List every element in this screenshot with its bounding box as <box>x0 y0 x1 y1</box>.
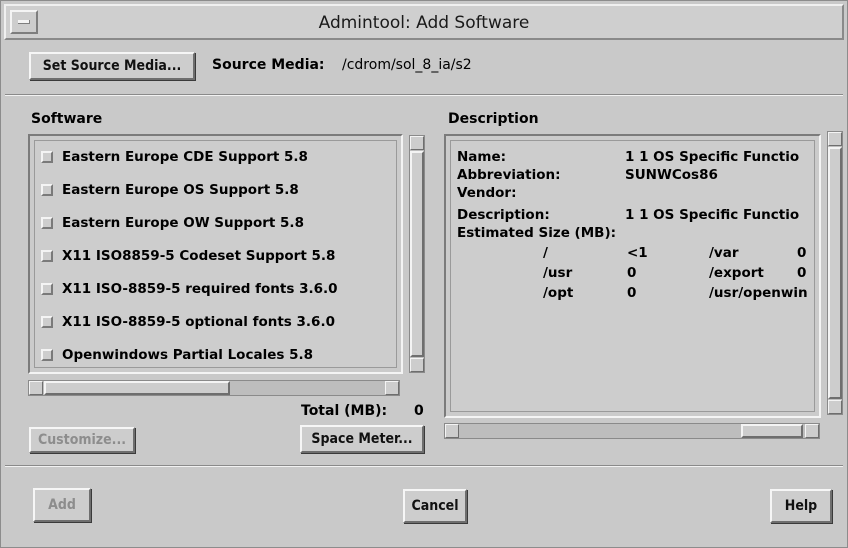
size-dir: /opt <box>543 285 574 301</box>
window-title: Admintool: Add Software <box>318 13 530 33</box>
checkbox[interactable] <box>41 283 53 295</box>
list-item[interactable]: X11 ISO-8859-5 required fonts 3.6.0 <box>41 277 338 301</box>
total-value: 0 <box>414 403 424 419</box>
list-item[interactable]: Openwindows Partial Locales 5.8 <box>41 343 313 367</box>
list-item[interactable]: X11 ISO-8859-5 optional fonts 3.6.0 <box>41 310 335 334</box>
name-label: Name: <box>457 149 507 165</box>
scroll-down-arrow-icon[interactable] <box>828 400 842 414</box>
size-dir: / <box>543 245 548 261</box>
scroll-right-arrow-icon[interactable] <box>805 424 819 438</box>
software-item-label: Eastern Europe OS Support 5.8 <box>62 182 299 198</box>
scroll-left-arrow-icon[interactable] <box>29 381 43 395</box>
software-list: Eastern Europe CDE Support 5.8 Eastern E… <box>28 134 403 374</box>
scroll-up-arrow-icon[interactable] <box>410 136 424 150</box>
scroll-left-arrow-icon[interactable] <box>445 424 459 438</box>
size-value: <1 <box>627 245 648 261</box>
size-value: 0 <box>797 245 807 261</box>
description-horizontal-scrollbar[interactable] <box>444 423 820 439</box>
software-heading: Software <box>31 111 103 127</box>
checkbox[interactable] <box>41 217 53 229</box>
description-panel: Name: 1 1 OS Specific Functio Abbreviati… <box>444 134 821 418</box>
scroll-thumb[interactable] <box>44 381 230 395</box>
software-item-label: X11 ISO-8859-5 required fonts 3.6.0 <box>62 281 338 297</box>
list-item[interactable]: X11 ISO8859-5 Codeset Support 5.8 <box>41 244 335 268</box>
software-horizontal-scrollbar[interactable] <box>28 380 400 396</box>
checkbox[interactable] <box>41 184 53 196</box>
help-button[interactable]: Help <box>770 489 832 523</box>
list-item[interactable]: Eastern Europe OS Support 5.8 <box>41 178 299 202</box>
software-vertical-scrollbar[interactable] <box>409 135 425 373</box>
size-value: 0 <box>797 265 807 281</box>
abbreviation-value: SUNWCos86 <box>625 167 718 183</box>
description-vertical-scrollbar[interactable] <box>827 131 843 415</box>
list-item[interactable]: Eastern Europe CDE Support 5.8 <box>41 145 308 169</box>
list-item[interactable]: Eastern Europe OW Support 5.8 <box>41 211 304 235</box>
size-dir: /export <box>709 265 764 281</box>
scroll-right-arrow-icon[interactable] <box>385 381 399 395</box>
scroll-down-arrow-icon[interactable] <box>410 358 424 372</box>
bottom-divider <box>5 465 843 467</box>
size-value: 0 <box>627 285 637 301</box>
size-value: 0 <box>627 265 637 281</box>
description-body: Name: 1 1 OS Specific Functio Abbreviati… <box>450 140 815 412</box>
scroll-up-arrow-icon[interactable] <box>828 132 842 146</box>
cancel-button[interactable]: Cancel <box>403 489 467 523</box>
description-label: Description: <box>457 207 550 223</box>
set-source-media-button[interactable]: Set Source Media... <box>29 52 195 80</box>
software-list-body: Eastern Europe CDE Support 5.8 Eastern E… <box>34 140 397 368</box>
checkbox[interactable] <box>41 349 53 361</box>
scroll-thumb[interactable] <box>828 147 842 399</box>
software-item-label: X11 ISO-8859-5 optional fonts 3.6.0 <box>62 314 335 330</box>
window-menu-button[interactable] <box>10 10 38 34</box>
size-dir: /usr/openwin <box>709 285 808 301</box>
size-dir: /usr <box>543 265 573 281</box>
title-bar[interactable]: Admintool: Add Software <box>4 4 844 40</box>
total-label: Total (MB): <box>301 403 388 419</box>
add-software-window: Admintool: Add Software Set Source Media… <box>0 0 848 548</box>
description-value: 1 1 OS Specific Functio <box>625 207 800 223</box>
customize-button[interactable]: Customize... <box>29 427 135 453</box>
estimated-size-label: Estimated Size (MB): <box>457 225 617 241</box>
source-media-value: /cdrom/sol_8_ia/s2 <box>342 57 472 73</box>
size-dir: /var <box>709 245 739 261</box>
scroll-thumb[interactable] <box>741 424 803 438</box>
source-media-label: Source Media: <box>212 57 325 73</box>
software-item-label: X11 ISO8859-5 Codeset Support 5.8 <box>62 248 336 264</box>
top-divider <box>5 94 843 96</box>
software-item-label: Openwindows Partial Locales 5.8 <box>62 347 314 363</box>
vendor-label: Vendor: <box>457 185 517 201</box>
checkbox[interactable] <box>41 151 53 163</box>
name-value: 1 1 OS Specific Functio <box>625 149 800 165</box>
scroll-thumb[interactable] <box>410 151 424 357</box>
space-meter-button[interactable]: Space Meter... <box>300 425 424 453</box>
software-item-label: Eastern Europe OW Support 5.8 <box>62 215 304 231</box>
checkbox[interactable] <box>41 250 53 262</box>
abbreviation-label: Abbreviation: <box>457 167 561 183</box>
add-button[interactable]: Add <box>33 488 91 522</box>
window-menu-icon <box>18 20 30 24</box>
description-heading: Description <box>448 111 539 127</box>
software-item-label: Eastern Europe CDE Support 5.8 <box>62 149 308 165</box>
checkbox[interactable] <box>41 316 53 328</box>
